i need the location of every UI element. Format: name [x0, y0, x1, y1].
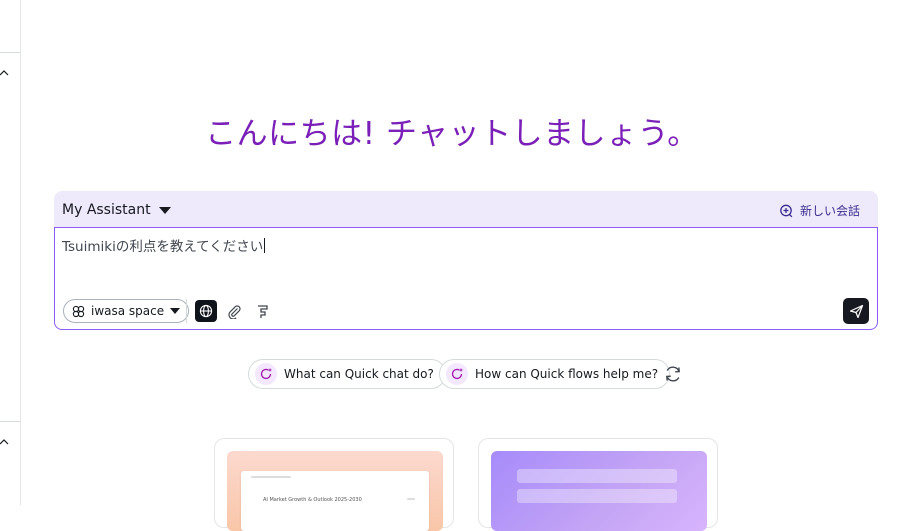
send-button[interactable] — [843, 298, 869, 324]
thumbnail-panel — [517, 489, 677, 503]
new-chat-button[interactable]: 新しい会話 — [779, 202, 860, 219]
feature-card[interactable]: AI Market Growth & Outlook 2025-2030 — [214, 438, 454, 531]
composer-header: My Assistant 新しい会話 — [54, 191, 878, 229]
caret-down-icon — [158, 206, 171, 214]
flows-button[interactable] — [251, 300, 273, 322]
thumbnail-title: AI Market Growth & Outlook 2025-2030 — [263, 497, 362, 503]
suggestion-label: How can Quick flows help me? — [475, 367, 659, 381]
prompt-input[interactable]: Tsuimikiの利点を教えてください — [62, 235, 266, 255]
caret-down-icon — [170, 308, 181, 314]
text-cursor — [264, 238, 266, 253]
chevron-up-icon[interactable] — [0, 437, 10, 447]
card-thumbnail — [491, 451, 707, 531]
chat-plus-icon — [780, 204, 793, 217]
flow-icon — [257, 304, 268, 318]
assistant-selector[interactable]: My Assistant — [62, 202, 171, 218]
prompt-composer[interactable]: Tsuimikiの利点を教えてください iwasa space — [54, 227, 878, 330]
spaces-icon — [72, 305, 85, 317]
send-icon — [849, 304, 863, 318]
prompt-value: Tsuimikiの利点を教えてください — [62, 239, 264, 255]
space-name: iwasa space — [91, 304, 165, 318]
card-thumbnail: AI Market Growth & Outlook 2025-2030 — [227, 451, 443, 531]
web-search-toggle[interactable] — [195, 300, 217, 322]
chevron-up-icon[interactable] — [0, 68, 10, 78]
left-sidebar-rail — [0, 0, 21, 505]
rail-divider — [0, 421, 20, 422]
attach-file-button[interactable] — [223, 300, 245, 322]
toolbar-divider — [186, 299, 187, 323]
suggestion-chip-quick-flows[interactable]: How can Quick flows help me? — [439, 359, 671, 389]
assistant-name: My Assistant — [62, 202, 151, 218]
sparkle-chat-icon — [255, 363, 277, 385]
feature-card[interactable] — [478, 438, 718, 531]
globe-icon — [199, 304, 213, 318]
refresh-icon[interactable] — [662, 363, 684, 385]
sparkle-chat-icon — [446, 363, 468, 385]
paperclip-icon — [227, 304, 241, 319]
greeting-heading: こんにちは! チャットしましょう。 — [205, 116, 699, 152]
rail-divider — [0, 52, 20, 53]
thumbnail-panel — [517, 469, 677, 483]
new-chat-label: 新しい会話 — [799, 204, 860, 218]
thumbnail-line — [407, 498, 415, 500]
suggestion-label: What can Quick chat do? — [284, 367, 434, 381]
thumbnail-line — [251, 476, 291, 478]
suggestion-chip-quick-chat[interactable]: What can Quick chat do? — [248, 359, 446, 389]
space-selector[interactable]: iwasa space — [63, 299, 190, 323]
